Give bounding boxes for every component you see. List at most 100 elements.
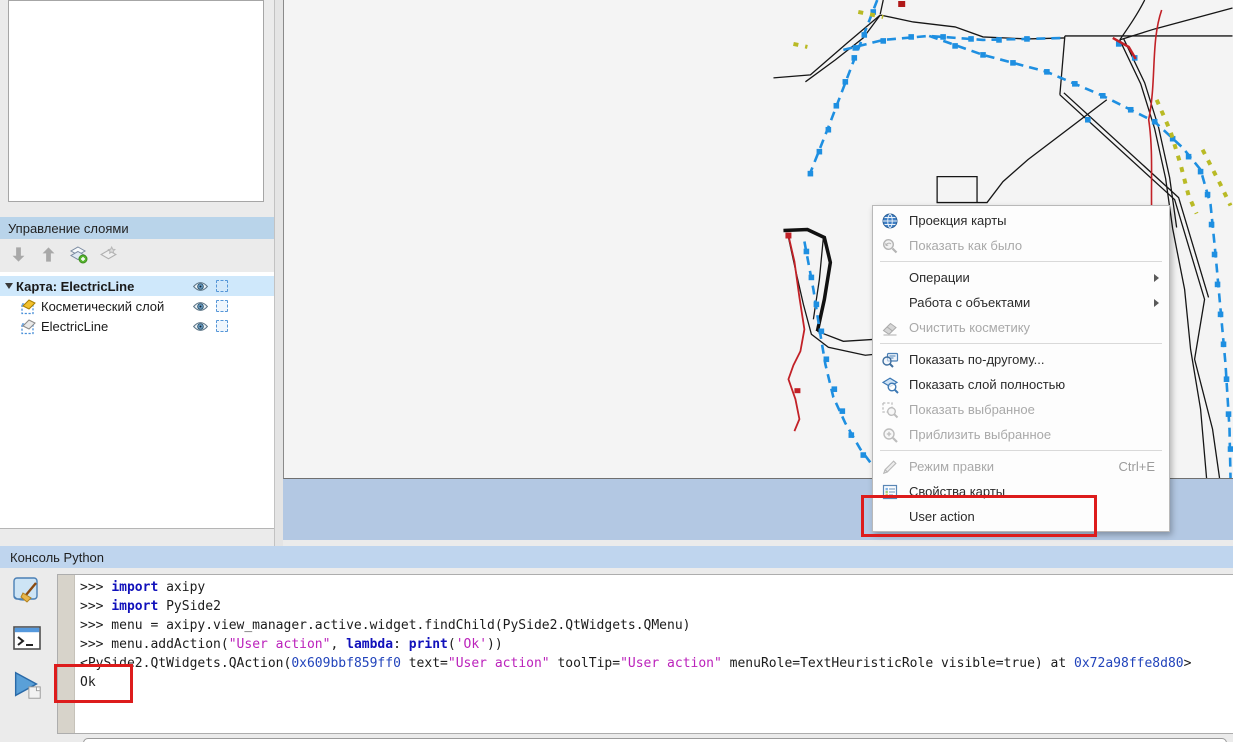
arrow-down-icon: [9, 245, 28, 269]
menu-item-clear-cosmetics[interactable]: Очистить косметику: [873, 315, 1169, 340]
console-toolbar: [8, 574, 52, 715]
dock-splitter[interactable]: [274, 0, 283, 546]
menu-item-label: Показать как было: [909, 238, 1022, 253]
selection-toggle[interactable]: [211, 297, 232, 315]
menu-item-show-selected[interactable]: Показать выбранное: [873, 397, 1169, 422]
preview-panel: [8, 0, 264, 202]
terminal-button[interactable]: [8, 621, 46, 659]
menu-item-label: Показать по-другому...: [909, 352, 1044, 367]
eraser-icon: [880, 318, 900, 338]
eye-icon: [192, 281, 209, 292]
menu-item-user-action[interactable]: User action: [873, 504, 1169, 529]
tree-row-electricline[interactable]: ElectricLine: [0, 316, 274, 336]
eye-icon: [192, 321, 209, 332]
layer-style-button[interactable]: [96, 245, 120, 269]
selection-toggle[interactable]: [211, 277, 232, 295]
empty-slot: [253, 297, 274, 315]
menu-item-edit-mode[interactable]: Режим правки Ctrl+E: [873, 454, 1169, 479]
move-layer-up-button[interactable]: [36, 245, 60, 269]
menu-item-label: User action: [909, 509, 975, 524]
application-window: Управление слоями Карта: ElectricLine Кос…: [0, 0, 1233, 742]
left-dock: Управление слоями Карта: ElectricLine Кос…: [0, 0, 274, 546]
add-layer-button[interactable]: [66, 245, 90, 269]
selection-toggle[interactable]: [211, 317, 232, 335]
map-properties-icon: [880, 482, 900, 502]
menu-item-show-layer-fully[interactable]: Показать слой полностью: [873, 372, 1169, 397]
selection-box-icon: [216, 320, 228, 332]
eye-toggle[interactable]: [190, 297, 211, 315]
menu-item-label: Операции: [909, 270, 970, 285]
globe-icon: [880, 211, 900, 231]
menu-shortcut: Ctrl+E: [1119, 459, 1155, 474]
console-gutter: [58, 575, 75, 733]
clear-console-button[interactable]: [8, 574, 46, 612]
close-panel-button[interactable]: [256, 221, 270, 235]
selection-box-icon: [216, 300, 228, 312]
vector-layer-icon: [18, 318, 37, 335]
layer-label: Карта: ElectricLine: [16, 279, 134, 294]
arrow-up-icon: [39, 245, 58, 269]
expander-icon[interactable]: [5, 283, 13, 289]
no-icon: [880, 293, 900, 313]
tag-toggle[interactable]: [253, 317, 274, 335]
tree-row-cosmetic-layer[interactable]: Косметический слой: [0, 296, 274, 316]
menu-item-operations[interactable]: Операции: [873, 265, 1169, 290]
console-line: >>> menu = axipy.view_manager.active.wid…: [80, 616, 1191, 635]
tree-row-map[interactable]: Карта: ElectricLine: [0, 276, 274, 296]
selection-box-icon: [216, 280, 228, 292]
menu-separator: [880, 261, 1162, 262]
clear-console-icon: [10, 574, 44, 613]
submenu-arrow-icon: [1154, 299, 1159, 307]
tag-toggle[interactable]: [253, 277, 274, 295]
layers-panel-title: Управление слоями: [0, 221, 238, 236]
menu-separator: [880, 450, 1162, 451]
layer-style-icon: [99, 245, 118, 269]
move-layer-down-button[interactable]: [6, 245, 30, 269]
empty-slot: [232, 277, 253, 295]
map-context-menu: Проекция карты Показать как было Операции Р…: [872, 205, 1170, 532]
console-line: Ok: [80, 673, 1191, 692]
eye-toggle[interactable]: [190, 317, 211, 335]
layers-toolbar: [0, 242, 120, 272]
menu-item-label: Проекция карты: [909, 213, 1007, 228]
zoom-in-selected-icon: [880, 425, 900, 445]
menu-item-label: Работа с объектами: [909, 295, 1030, 310]
no-icon: [880, 507, 900, 527]
eye-toggle[interactable]: [190, 277, 211, 295]
console-line: >>> menu.addAction("User action", lambda…: [80, 635, 1191, 654]
cosmetic-layer-icon: [18, 298, 37, 315]
run-script-button[interactable]: [8, 668, 46, 706]
no-icon: [880, 268, 900, 288]
menu-item-label: Очистить косметику: [909, 320, 1030, 335]
pencil-toggle[interactable]: [232, 297, 253, 315]
eye-icon: [192, 301, 209, 312]
console-line: >>> import PySide2: [80, 597, 1191, 616]
layers-tree: Карта: ElectricLine Косметический слой Ele…: [0, 272, 274, 529]
zoom-selected-icon: [880, 400, 900, 420]
pencil-toggle[interactable]: [232, 317, 253, 335]
view-options-icon: [880, 350, 900, 370]
pencil-icon: [880, 457, 900, 477]
float-panel-button[interactable]: [238, 221, 252, 235]
menu-item-label: Свойства карты: [909, 484, 1005, 499]
menu-item-label: Приблизить выбранное: [909, 427, 1051, 442]
submenu-arrow-icon: [1154, 274, 1159, 282]
console-lines: >>> import axipy>>> import PySide2>>> me…: [80, 578, 1191, 692]
layer-label: Косметический слой: [41, 299, 164, 314]
zoom-layer-icon: [880, 375, 900, 395]
menu-item-map-projection[interactable]: Проекция карты: [873, 208, 1169, 233]
menu-item-work-with-objects[interactable]: Работа с объектами: [873, 290, 1169, 315]
menu-item-show-differently[interactable]: Показать по-другому...: [873, 347, 1169, 372]
menu-item-label: Показать слой полностью: [909, 377, 1065, 392]
menu-separator: [880, 343, 1162, 344]
layer-label: ElectricLine: [41, 319, 108, 334]
menu-item-show-as-before[interactable]: Показать как было: [873, 233, 1169, 258]
terminal-icon: [10, 621, 44, 660]
menu-item-map-properties[interactable]: Свойства карты: [873, 479, 1169, 504]
menu-item-label: Режим правки: [909, 459, 994, 474]
menu-item-zoom-to-selected[interactable]: Приблизить выбранное: [873, 422, 1169, 447]
console-output-area[interactable]: >>> import axipy>>> import PySide2>>> me…: [57, 574, 1233, 734]
console-input[interactable]: [83, 738, 1227, 742]
menu-item-label: Показать выбранное: [909, 402, 1035, 417]
console-line: <PySide2.QtWidgets.QAction(0x609bbf859ff…: [80, 654, 1191, 673]
